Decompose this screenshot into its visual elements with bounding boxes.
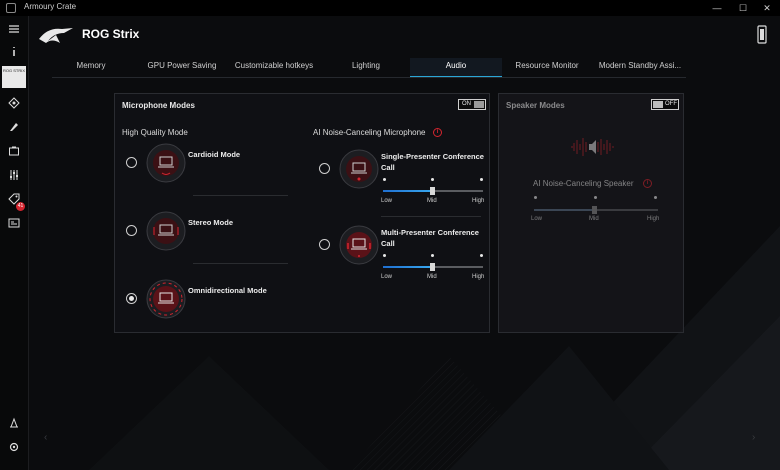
stereo-mode-radio[interactable] [126, 225, 137, 236]
menu-icon[interactable] [4, 20, 24, 38]
tick-label-high: High [472, 274, 485, 280]
tick-label-low: Low [381, 274, 393, 280]
speaker-slider-group: Low Mid High [499, 94, 685, 334]
single-presenter-slider-fill [383, 190, 433, 192]
tab-customizable-hotkeys[interactable]: Customizable hotkeys [230, 58, 318, 76]
tabs-divider [52, 77, 686, 78]
slider-tick-low [383, 254, 386, 257]
tab-resource-monitor[interactable]: Resource Monitor [508, 58, 586, 76]
microphone-modes-toggle[interactable]: ON [458, 99, 486, 110]
window-title: Armoury Crate [24, 2, 77, 11]
speaker-slider-fill [534, 209, 594, 211]
app-logo-icon [6, 3, 16, 13]
divider [381, 216, 481, 217]
speaker-modes-panel: Speaker Modes OFF AI Noise-Canceling Spe… [498, 93, 684, 333]
slider-tick-mid [594, 196, 597, 199]
single-presenter-label: Single-Presenter Conference Call [381, 152, 484, 172]
ai-noise-canceling-microphone-heading: AI Noise-Canceling Microphone [313, 128, 426, 137]
tick-label-high: High [647, 216, 660, 222]
maximize-button[interactable]: ☐ [734, 1, 752, 15]
tick-label-mid: Mid [427, 274, 437, 280]
close-button[interactable]: ✕ [758, 1, 776, 15]
toggle-knob [474, 101, 484, 108]
high-quality-mode-heading: High Quality Mode [122, 128, 188, 137]
mobile-device-icon[interactable] [757, 25, 767, 45]
minimize-button[interactable]: — [708, 1, 726, 15]
cardioid-mode-radio[interactable] [126, 157, 137, 168]
device-thumbnail[interactable]: ROG STRIX [2, 66, 26, 88]
divider [193, 263, 288, 264]
tab-modern-standby[interactable]: Modern Standby Assi... [594, 58, 686, 76]
single-presenter-icon [339, 149, 379, 189]
aura-sync-icon[interactable] [4, 94, 24, 112]
slider-tick-mid [431, 254, 434, 257]
left-navigation: ROG STRIX 41 [0, 16, 29, 470]
speaker-slider-thumb[interactable] [592, 206, 597, 214]
user-center-icon[interactable] [4, 414, 24, 432]
omnidirectional-mode-label: Omnidirectional Mode [188, 286, 267, 295]
slider-tick-high [654, 196, 657, 199]
single-presenter-radio[interactable] [319, 163, 330, 174]
notification-badge: 41 [16, 202, 25, 211]
info-nav-icon[interactable] [4, 42, 24, 60]
tab-memory[interactable]: Memory [52, 58, 130, 76]
slider-tick-high [480, 178, 483, 181]
tick-label-mid: Mid [589, 216, 599, 222]
equalizer-icon[interactable] [4, 166, 24, 184]
scenario-profiles-icon[interactable] [4, 142, 24, 160]
cardioid-mode-label: Cardioid Mode [188, 150, 241, 159]
tick-label-high: High [472, 198, 485, 204]
title-bar: Armoury Crate — ☐ ✕ [0, 0, 780, 16]
scroll-right-icon[interactable]: › [752, 432, 755, 443]
slider-tick-high [480, 254, 483, 257]
multi-presenter-radio[interactable] [319, 239, 330, 250]
gamevisual-icon[interactable] [4, 118, 24, 136]
multi-presenter-label: Multi-Presenter Conference Call [381, 228, 479, 248]
stereo-mode-icon [146, 211, 186, 251]
settings-gear-icon[interactable] [4, 438, 24, 456]
slider-tick-low [383, 178, 386, 181]
multi-presenter-icon [339, 225, 379, 265]
tick-label-low: Low [381, 198, 393, 204]
multi-presenter-slider-fill [383, 266, 433, 268]
page-title: ROG Strix [82, 27, 140, 41]
omnidirectional-mode-radio[interactable] [126, 293, 137, 304]
tick-label-low: Low [531, 216, 543, 222]
device-tabs: Memory GPU Power Saving Customizable hot… [52, 58, 686, 78]
single-presenter-slider-thumb[interactable] [430, 187, 435, 195]
tab-gpu-power-saving[interactable]: GPU Power Saving [140, 58, 224, 76]
microphone-modes-panel: Microphone Modes ON High Quality Mode Ca… [114, 93, 490, 333]
rog-logo-icon [38, 25, 74, 45]
slider-tick-low [534, 196, 537, 199]
toggle-state-label: ON [462, 101, 471, 107]
cardioid-mode-icon [146, 143, 186, 183]
scroll-left-icon[interactable]: ‹ [44, 432, 47, 443]
slider-tick-mid [431, 178, 434, 181]
tab-audio[interactable]: Audio [410, 58, 502, 78]
stereo-mode-label: Stereo Mode [188, 218, 234, 227]
microphone-modes-title: Microphone Modes [122, 101, 195, 110]
radio-selected-dot [129, 296, 134, 301]
tab-lighting[interactable]: Lighting [328, 58, 404, 76]
divider [193, 195, 288, 196]
news-icon[interactable] [4, 214, 24, 232]
tick-label-mid: Mid [427, 198, 437, 204]
omnidirectional-mode-icon [146, 279, 186, 319]
multi-presenter-slider-thumb[interactable] [430, 263, 435, 271]
info-icon[interactable]: i [433, 128, 442, 137]
